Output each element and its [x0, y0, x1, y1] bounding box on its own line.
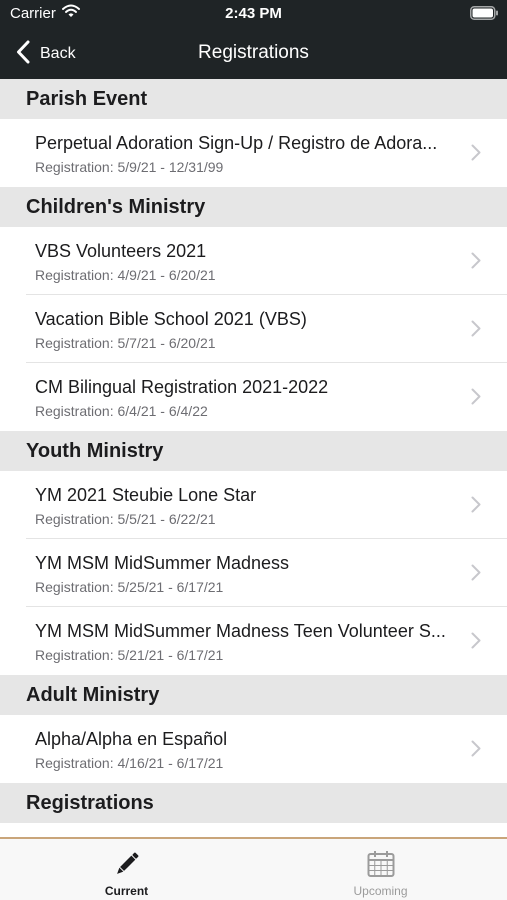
item-title: CM Bilingual Registration 2021-2022	[35, 377, 329, 397]
battery-icon	[470, 6, 499, 25]
section-header-childrens-ministry: Children's Ministry	[0, 187, 507, 227]
item-title: YM 2021 Steubie Lone Star	[35, 485, 257, 505]
item-title: Perpetual Adoration Sign-Up / Registro d…	[35, 133, 438, 153]
tab-current-label: Current	[104, 884, 149, 898]
chevron-right-icon	[471, 496, 481, 518]
item-registration-dates: Registration: 5/7/21 - 6/20/21	[35, 335, 216, 351]
status-bar: Carrier 2:43 PM	[0, 0, 507, 28]
list-item[interactable]: VBS Volunteers 2021 Registration: 4/9/21…	[0, 227, 507, 295]
section-header-parish-event: Parish Event	[0, 79, 507, 119]
item-registration-dates: Registration: 4/16/21 - 6/17/21	[35, 755, 224, 771]
list-item[interactable]: Alpha/Alpha en Español Registration: 4/1…	[0, 715, 507, 783]
section-header-registrations: Registrations	[0, 783, 507, 823]
tab-current[interactable]: Current	[0, 839, 253, 900]
item-registration-dates: Registration: 5/21/21 - 6/17/21	[35, 647, 224, 663]
section-header-youth-ministry: Youth Ministry	[0, 431, 507, 471]
chevron-right-icon	[471, 388, 481, 410]
item-title: YM MSM MidSummer Madness Teen Volunteer …	[35, 621, 446, 641]
tab-upcoming[interactable]: Upcoming	[254, 839, 507, 900]
list-item[interactable]: Perpetual Adoration Sign-Up / Registro d…	[0, 119, 507, 187]
item-title: Vacation Bible School 2021 (VBS)	[35, 309, 307, 329]
page-title: Registrations	[198, 42, 309, 63]
chevron-right-icon	[471, 740, 481, 762]
status-time: 2:43 PM	[225, 5, 282, 22]
item-title: YM MSM MidSummer Madness	[35, 553, 290, 573]
item-title: VBS Volunteers 2021	[35, 241, 207, 261]
item-registration-dates: Registration: 5/9/21 - 12/31/99	[35, 159, 224, 175]
item-registration-dates: Registration: 4/9/21 - 6/20/21	[35, 267, 216, 283]
chevron-right-icon	[471, 564, 481, 586]
item-title: Alpha/Alpha en Español	[35, 729, 228, 749]
item-registration-dates: Registration: 5/5/21 - 6/22/21	[35, 511, 216, 527]
calendar-icon	[254, 849, 507, 879]
chevron-right-icon	[471, 144, 481, 166]
list-item[interactable]: YM 2021 Steubie Lone Star Registration: …	[0, 471, 507, 539]
chevron-right-icon	[471, 320, 481, 342]
tab-upcoming-label: Upcoming	[353, 884, 408, 898]
list-item[interactable]: CM Bilingual Registration 2021-2022 Regi…	[0, 363, 507, 431]
list-item[interactable]: Vacation Bible School 2021 (VBS) Registr…	[0, 295, 507, 363]
tab-bar: Current Upcoming	[0, 837, 507, 900]
list-item[interactable]: YM MSM MidSummer Madness Teen Volunteer …	[0, 607, 507, 675]
navigation-bar: Back Registrations	[0, 28, 507, 79]
chevron-right-icon	[471, 632, 481, 654]
list-item[interactable]: YM MSM MidSummer Madness Registration: 5…	[0, 539, 507, 607]
registrations-list[interactable]: Parish Event Perpetual Adoration Sign-Up…	[0, 79, 507, 837]
pencil-icon	[0, 849, 253, 879]
chevron-right-icon	[471, 252, 481, 274]
item-registration-dates: Registration: 5/25/21 - 6/17/21	[35, 579, 224, 595]
section-header-adult-ministry: Adult Ministry	[0, 675, 507, 715]
top-bar: Carrier 2:43 PM Back Registrations	[0, 0, 507, 79]
item-registration-dates: Registration: 6/4/21 - 6/4/22	[35, 403, 208, 419]
